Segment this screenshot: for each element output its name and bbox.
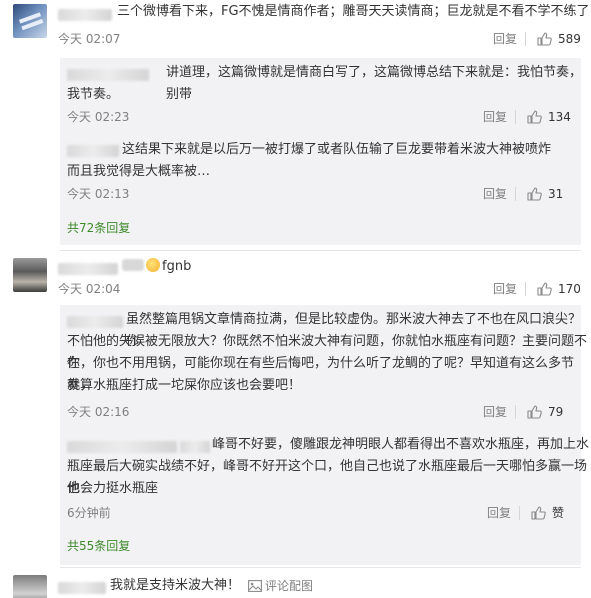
reply-button[interactable]: 回复 — [483, 186, 507, 202]
mention-blurred[interactable] — [180, 441, 210, 453]
username-blurred[interactable] — [58, 9, 112, 21]
reply-button[interactable]: 回复 — [493, 281, 517, 297]
comment-image-label: 评论配图 — [265, 579, 314, 593]
comment-time: 今天 02:07 — [58, 32, 121, 46]
reply-text: 就算水瓶座打成一坨屎你应该也会要吧！ — [67, 378, 302, 393]
reply-text: 也会力挺水瓶座 — [67, 481, 159, 496]
thumbs-up-icon — [527, 405, 542, 419]
reply-text: 这结果下来就是以后万一被打爆了或者队伍输了巨龙要带着米波大神被喷炸 — [122, 142, 552, 157]
divider — [515, 405, 516, 419]
comment-text: 三个微博看下来，FG不愧是情商作者；雕哥天天读情商；巨龙就是不看不学不练了 — [117, 4, 590, 19]
comment-time: 今天 02:04 — [58, 282, 121, 296]
like-button[interactable]: 31 — [527, 186, 563, 202]
avatar[interactable] — [13, 4, 47, 38]
like-count: 79 — [548, 405, 564, 419]
comment-image-link[interactable]: 评论配图 — [248, 578, 313, 594]
like-button[interactable]: 79 — [527, 404, 563, 420]
like-button[interactable]: 赞 — [531, 505, 564, 521]
username-blurred[interactable] — [67, 145, 119, 157]
smile-emoji-icon — [146, 258, 160, 272]
avatar[interactable] — [13, 575, 47, 598]
separator — [60, 250, 581, 251]
username-blurred[interactable] — [67, 441, 177, 453]
thumbs-up-icon — [537, 32, 552, 46]
reply-time: 今天 02:16 — [67, 405, 130, 419]
comment-body: fgnb — [122, 256, 191, 278]
comment-text: fgnb — [162, 259, 192, 274]
more-replies-link[interactable]: 共55条回复 — [67, 538, 130, 554]
divider — [515, 187, 516, 201]
separator — [60, 567, 581, 568]
like-count: 134 — [548, 110, 571, 124]
reply-button[interactable]: 回复 — [483, 109, 507, 125]
like-count: 589 — [558, 32, 581, 46]
reply-time: 6分钟前 — [67, 506, 111, 520]
username-blurred[interactable] — [67, 316, 123, 328]
reply-text: 峰哥不好要，傻雕跟龙神明眼人都看得出不喜欢水瓶座，再加上水 — [212, 437, 590, 452]
more-replies-link[interactable]: 共72条回复 — [67, 220, 130, 236]
like-count: 170 — [558, 282, 581, 296]
emoji-icon — [122, 259, 144, 271]
like-button[interactable]: 170 — [537, 281, 581, 297]
avatar[interactable] — [13, 258, 47, 292]
image-icon — [248, 580, 262, 592]
like-count: 31 — [548, 187, 564, 201]
reply-time: 今天 02:13 — [67, 187, 130, 201]
divider — [525, 32, 526, 46]
like-button[interactable]: 589 — [537, 31, 581, 47]
like-count: 赞 — [552, 506, 565, 520]
reply-text: 讲道理，这篇微博就是情商白写了，这篇微博总结下来就是：我怕节奏，别带 — [166, 65, 583, 102]
reply-button[interactable]: 回复 — [483, 404, 507, 420]
thumbs-up-icon — [527, 187, 542, 201]
thumbs-up-icon — [531, 506, 546, 520]
reply-button[interactable]: 回复 — [487, 505, 511, 521]
thumbs-up-icon — [527, 110, 542, 124]
divider — [519, 506, 520, 520]
reply-text: 我节奏。 — [67, 87, 120, 102]
divider — [525, 282, 526, 296]
thumbs-up-icon — [537, 282, 552, 296]
reply-time: 今天 02:23 — [67, 110, 130, 124]
username-blurred[interactable] — [58, 263, 118, 275]
divider — [515, 110, 516, 124]
username-blurred[interactable] — [58, 582, 106, 594]
like-button[interactable]: 134 — [527, 109, 571, 125]
reply-button[interactable]: 回复 — [493, 31, 517, 47]
comment-text: 我就是支持米波大神！ — [110, 578, 241, 593]
reply-text: 而且我觉得是大概率被… — [67, 164, 211, 179]
username-blurred[interactable] — [67, 69, 149, 81]
